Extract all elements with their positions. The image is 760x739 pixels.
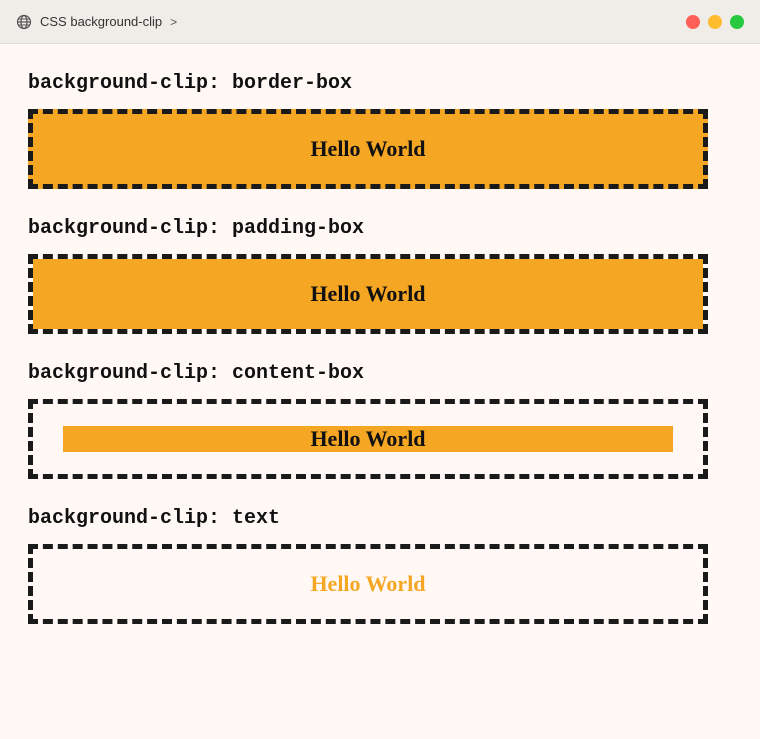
window-controls	[686, 15, 744, 29]
hello-text-text: Hello World	[310, 571, 425, 597]
demo-box-padding-box: Hello World	[28, 254, 708, 334]
section-content-box: background-clip: content-box Hello World	[28, 362, 732, 479]
browser-tab[interactable]: CSS background-clip >	[16, 14, 177, 30]
demo-box-border-box: Hello World	[28, 109, 708, 189]
maximize-button[interactable]	[730, 15, 744, 29]
section-text: background-clip: text Hello World	[28, 507, 732, 624]
section-title-padding-box: background-clip: padding-box	[28, 217, 732, 240]
section-title-border-box: background-clip: border-box	[28, 72, 732, 95]
section-title-content-box: background-clip: content-box	[28, 362, 732, 385]
section-title-text: background-clip: text	[28, 507, 732, 530]
demo-box-content-box: Hello World	[28, 399, 708, 479]
demo-box-text: Hello World	[28, 544, 708, 624]
browser-chrome: CSS background-clip >	[0, 0, 760, 44]
tab-chevron: >	[170, 15, 177, 29]
section-border-box: background-clip: border-box Hello World	[28, 72, 732, 189]
hello-text-padding-box: Hello World	[310, 281, 425, 307]
close-button[interactable]	[686, 15, 700, 29]
hello-text-content-box: Hello World	[310, 426, 425, 452]
globe-icon	[16, 14, 32, 30]
section-padding-box: background-clip: padding-box Hello World	[28, 217, 732, 334]
minimize-button[interactable]	[708, 15, 722, 29]
hello-text-border-box: Hello World	[310, 136, 425, 162]
main-content: background-clip: border-box Hello World …	[0, 44, 760, 692]
tab-label: CSS background-clip	[40, 14, 162, 29]
